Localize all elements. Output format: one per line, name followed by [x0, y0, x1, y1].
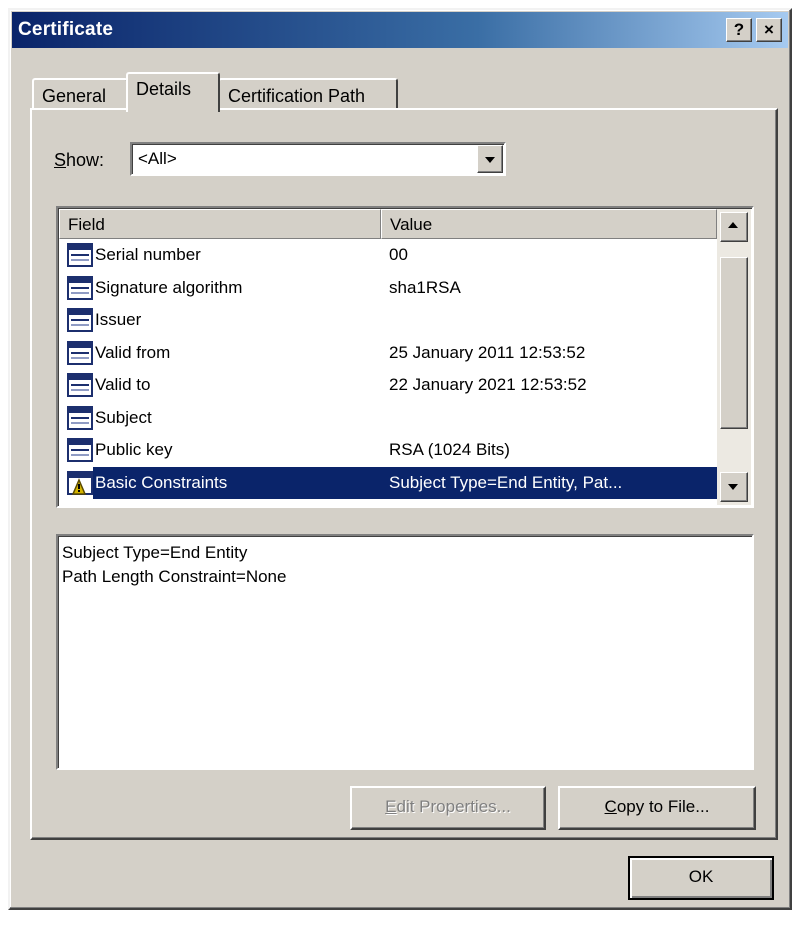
show-dropdown-value: <All> [138, 149, 177, 168]
list-row[interactable]: Valid from 25 January 2011 12:53:52 [59, 337, 717, 370]
edit-properties-button[interactable]: Edit Properties... [350, 786, 546, 830]
column-header-field[interactable]: Field [59, 209, 381, 239]
tab-details[interactable]: Details [126, 72, 220, 112]
certificate-dialog: Certificate ? × General Details Certific… [8, 8, 792, 910]
list-row[interactable]: Valid to 22 January 2021 12:53:52 [59, 369, 717, 402]
ok-button[interactable]: OK [628, 856, 774, 900]
field-value: RSA (1024 Bits) [389, 440, 510, 459]
field-value: 00 [389, 245, 408, 264]
list-row[interactable]: Basic Constraints Subject Type=End Entity… [59, 466, 717, 499]
scroll-thumb[interactable] [720, 257, 748, 429]
list-row[interactable]: Serial number 00 [59, 239, 717, 272]
scroll-up-button[interactable] [720, 212, 748, 242]
certificate-field-icon [67, 405, 93, 431]
certificate-field-icon [67, 275, 93, 301]
extension-field-icon [67, 470, 93, 496]
copy-to-file-button[interactable]: Copy to File... [558, 786, 756, 830]
show-label-rest: how: [66, 150, 105, 170]
help-button[interactable]: ? [726, 18, 752, 42]
list-header: Field Value [59, 209, 717, 239]
field-value: Subject Type=End Entity, Pat... [389, 472, 623, 492]
field-name: Basic Constraints [95, 472, 228, 492]
close-button[interactable]: × [756, 18, 782, 42]
column-header-value[interactable]: Value [381, 209, 717, 239]
field-name: Signature algorithm [95, 277, 243, 297]
field-value: sha1RSA [389, 277, 461, 297]
edit-label: dit Properties... [396, 797, 511, 816]
title-bar[interactable]: Certificate ? × [12, 12, 788, 48]
list-row[interactable]: Subject [59, 402, 717, 435]
field-detail-textbox[interactable]: Subject Type=End Entity Path Length Cons… [56, 534, 754, 770]
field-name: Public key [95, 440, 173, 459]
certificate-field-icon [67, 307, 93, 333]
tab-general[interactable]: General [32, 78, 128, 110]
window-title: Certificate [18, 19, 114, 40]
list-row[interactable]: Issuer [59, 304, 717, 337]
show-label-hotkey: S [54, 150, 67, 170]
vertical-scrollbar[interactable] [717, 209, 751, 505]
dropdown-arrow-button[interactable] [477, 145, 503, 173]
list-rows: Serial number 00 Signature algorithm sha1RS… [59, 239, 717, 499]
copy-label: opy to File... [616, 797, 710, 816]
detail-line-1: Subject Type=End Entity [62, 543, 248, 562]
tab-certification-path[interactable]: Certification Path [218, 78, 398, 110]
field-name: Subject [95, 407, 152, 427]
copy-hotkey: C [604, 797, 617, 816]
details-tab-panel: Show: <All> Field Value Serial number 00 S… [30, 108, 778, 840]
chevron-up-icon [728, 222, 738, 228]
certificate-field-icon [67, 340, 93, 366]
list-row[interactable]: Signature algorithm sha1RSA [59, 272, 717, 305]
certificate-field-icon [67, 437, 93, 463]
certificate-field-icon [67, 372, 93, 398]
field-name: Issuer [95, 310, 142, 329]
detail-line-2: Path Length Constraint=None [62, 567, 287, 586]
show-dropdown[interactable]: <All> [130, 142, 506, 176]
show-label: Show: [54, 150, 104, 171]
field-value: 22 January 2021 12:53:52 [389, 375, 587, 394]
edit-hotkey: E [385, 797, 397, 816]
scroll-down-button[interactable] [720, 472, 748, 502]
list-row[interactable]: Public key RSA (1024 Bits) [59, 434, 717, 467]
field-name: Valid to [95, 375, 151, 394]
field-name: Serial number [95, 245, 201, 264]
field-value: 25 January 2011 12:53:52 [389, 342, 586, 362]
fields-list[interactable]: Field Value Serial number 00 Signature alg… [56, 206, 754, 508]
chevron-down-icon [485, 157, 495, 163]
chevron-down-icon [728, 484, 738, 490]
field-name: Valid from [95, 342, 171, 362]
certificate-field-icon [67, 242, 93, 268]
